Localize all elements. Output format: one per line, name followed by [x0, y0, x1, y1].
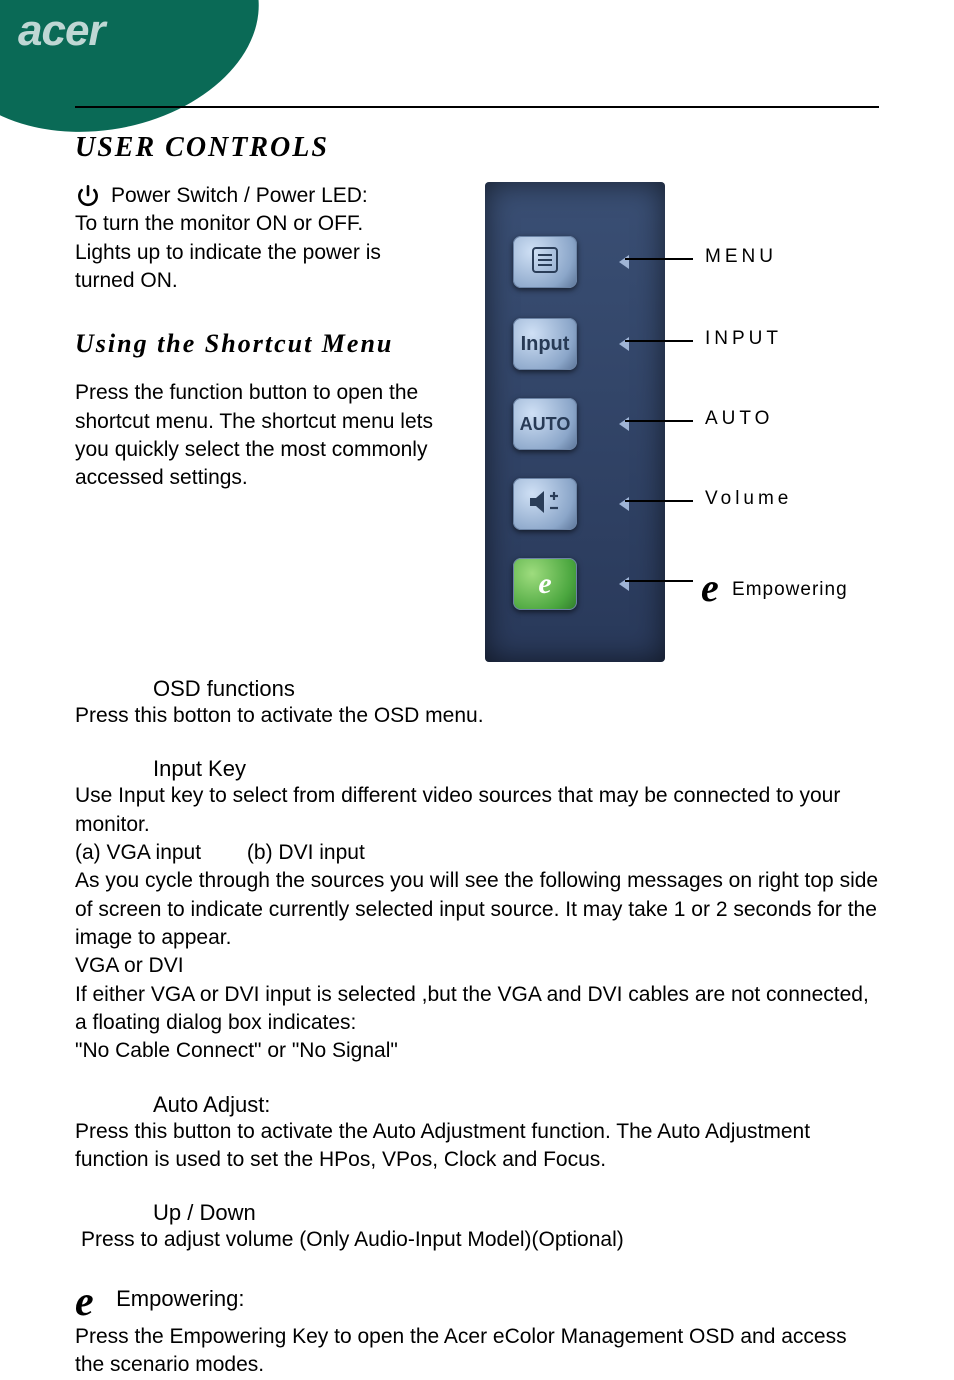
power-line2: Lights up to indicate the power is turne…: [75, 239, 435, 296]
callout-label-empowering: e Empowering: [701, 558, 848, 605]
left-column: Power Switch / Power LED: To turn the mo…: [75, 182, 435, 662]
osd-functions-title: OSD functions: [153, 676, 295, 702]
osd-btn-volume[interactable]: [513, 478, 577, 530]
osd-row-volume: [485, 474, 665, 534]
heading-shortcut-menu: Using the Shortcut Menu: [75, 329, 435, 359]
section-input-key: Input Key Use Input key to select from d…: [75, 756, 879, 1065]
empowering-e-icon: e: [538, 567, 551, 601]
callout-line-auto: [625, 420, 693, 422]
callout-line-volume: [625, 500, 693, 502]
input-key-body5: "No Cable Connect" or "No Signal": [75, 1037, 879, 1065]
osd-row-input: Input: [485, 314, 665, 374]
power-line1: To turn the monitor ON or OFF.: [75, 210, 435, 238]
shortcut-intro: Press the function button to open the sh…: [75, 379, 435, 492]
osd-btn-input[interactable]: Input: [513, 318, 577, 370]
two-column-layout: Power Switch / Power LED: To turn the mo…: [75, 182, 879, 662]
up-down-body: Press to adjust volume (Only Audio-Input…: [81, 1226, 879, 1254]
auto-adjust-body: Press this button to activate the Auto A…: [75, 1118, 879, 1175]
osd-btn-empowering[interactable]: e: [513, 558, 577, 610]
brand-logo: acer: [18, 6, 105, 56]
input-key-body2: As you cycle through the sources you wil…: [75, 867, 879, 952]
power-block: Power Switch / Power LED: To turn the mo…: [75, 182, 435, 295]
input-key-body4: If either VGA or DVI input is selected ,…: [75, 981, 879, 1038]
power-title-row: Power Switch / Power LED:: [75, 182, 435, 210]
input-option-a: (a) VGA input: [75, 841, 201, 864]
osd-btn-auto-text: AUTO: [520, 414, 571, 435]
callout-empowering-text: Empowering: [732, 579, 848, 600]
osd-btn-menu[interactable]: [513, 236, 577, 288]
menu-lines-icon: [530, 246, 560, 279]
empowering-title-row: e Empowering:: [75, 1281, 879, 1323]
up-down-title: Up / Down: [153, 1200, 256, 1226]
input-option-b: (b) DVI input: [247, 841, 365, 864]
callout-line-menu: [625, 258, 693, 260]
callout-label-volume: Volume: [705, 488, 792, 510]
empowering-body: Press the Empowering Key to open the Ace…: [75, 1323, 879, 1380]
empowering-glyph-icon: e: [75, 1281, 94, 1323]
power-icon: [75, 183, 101, 209]
osd-row-menu: [485, 232, 665, 292]
section-auto-adjust: Auto Adjust: Press this button to activa…: [75, 1092, 879, 1175]
callout-line-empowering: [625, 580, 693, 582]
empowering-glyph-icon: e: [701, 564, 720, 611]
empowering-title: Empowering:: [116, 1286, 244, 1312]
page: acer USER CONTROLS Power Switch / Power …: [0, 0, 954, 1355]
callout-label-menu: MENU: [705, 246, 777, 268]
osd-btn-auto[interactable]: AUTO: [513, 398, 577, 450]
osd-functions-body: Press this botton to activate the OSD me…: [75, 702, 879, 730]
input-key-body1: Use Input key to select from different v…: [75, 782, 879, 839]
content-area: USER CONTROLS Power Switch / Power LED: …: [75, 106, 879, 1380]
auto-adjust-title: Auto Adjust:: [153, 1092, 270, 1118]
heading-user-controls: USER CONTROLS: [75, 132, 879, 164]
input-key-title: Input Key: [153, 756, 246, 782]
input-key-options: (a) VGA input (b) DVI input: [75, 839, 879, 867]
callout-label-input: INPUT: [705, 328, 782, 350]
section-osd-functions: OSD functions Press this botton to activ…: [75, 676, 879, 730]
section-up-down: Up / Down Press to adjust volume (Only A…: [75, 1200, 879, 1254]
section-empowering: e Empowering: Press the Empowering Key t…: [75, 1281, 879, 1380]
osd-btn-input-text: Input: [521, 333, 570, 356]
callout-label-auto: AUTO: [705, 408, 773, 430]
right-figure: MENU Input INPUT AUTO: [455, 182, 925, 662]
osd-figure: MENU Input INPUT AUTO: [455, 182, 925, 662]
top-rule: [75, 106, 879, 108]
osd-row-empowering: e: [485, 554, 665, 614]
power-title: Power Switch / Power LED:: [111, 182, 368, 210]
callout-line-input: [625, 340, 693, 342]
input-key-body3: VGA or DVI: [75, 952, 879, 980]
osd-row-auto: AUTO: [485, 394, 665, 454]
volume-pm-icon: [528, 488, 562, 521]
